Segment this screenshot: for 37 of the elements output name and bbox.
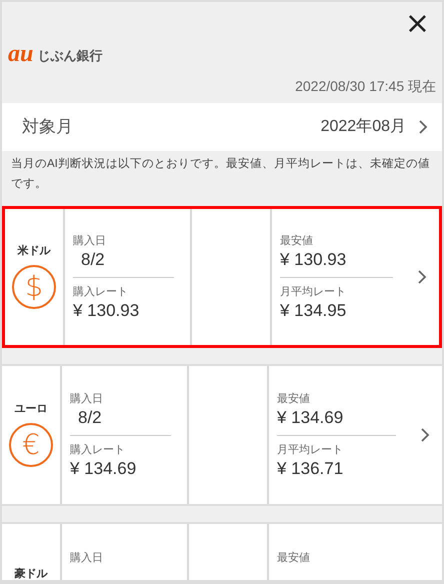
field-label: 最安値 xyxy=(277,550,311,566)
currency-name: 米ドル xyxy=(18,246,50,256)
field-label: 月平均レート xyxy=(280,284,347,300)
field-label: 購入レート xyxy=(73,284,129,300)
logo-mark: au xyxy=(8,42,34,66)
currency-card[interactable]: 豪ドル 購入日 最安値 xyxy=(2,522,442,582)
chevron-right-icon xyxy=(420,427,430,443)
currency-card[interactable]: 米ドル $ 購入日 8/2 購入レート ¥ 130.93 最安値 ¥ 130.93 月平均レート ¥ 134.95 xyxy=(2,206,442,348)
purchase-date: 8/2 xyxy=(80,249,106,270)
lowest-rate: ¥ 130.93 xyxy=(280,249,348,270)
field-label: 購入日 xyxy=(70,392,104,407)
currency-icon: € xyxy=(9,422,53,466)
chevron-right-icon xyxy=(418,118,428,135)
field-label: 最安値 xyxy=(277,392,311,407)
lowest-rate: ¥ 134.69 xyxy=(277,407,344,428)
month-value: 2022年08月 xyxy=(320,116,406,137)
currency-name: ユーロ xyxy=(14,404,48,414)
currency-name: 豪ドル xyxy=(14,569,48,580)
field-label: 月平均レート xyxy=(277,442,344,458)
purchase-date: 8/2 xyxy=(77,407,103,428)
field-label: 購入レート xyxy=(70,442,126,458)
month-label: 対象月 xyxy=(22,116,73,138)
field-label: 購入日 xyxy=(70,551,104,566)
notice-text: 当月のAI判断状況は以下のとおりです。最安値、月平均レートは、未確定の値です。 xyxy=(10,156,431,192)
currency-card[interactable]: ユーロ € 購入日 8/2 購入レート ¥ 134.69 最安値 ¥ 134.69 月平均レート ¥ 136.71 xyxy=(2,364,442,506)
timestamp: 2022/08/30 17:45 現在 xyxy=(295,76,436,96)
purchase-rate: ¥ 130.93 xyxy=(73,300,140,322)
currency-icon: $ xyxy=(12,264,56,308)
month-row[interactable]: 対象月 2022年08月 xyxy=(2,103,442,151)
field-label: 購入日 xyxy=(73,234,107,249)
chevron-right-icon xyxy=(417,269,427,285)
average-rate: ¥ 134.95 xyxy=(280,300,348,322)
field-label: 最安値 xyxy=(280,234,314,249)
logo-text: じぶん銀行 xyxy=(37,47,102,66)
average-rate: ¥ 136.71 xyxy=(277,458,344,480)
purchase-rate: ¥ 134.69 xyxy=(70,458,138,480)
close-button[interactable]: × xyxy=(404,6,430,42)
